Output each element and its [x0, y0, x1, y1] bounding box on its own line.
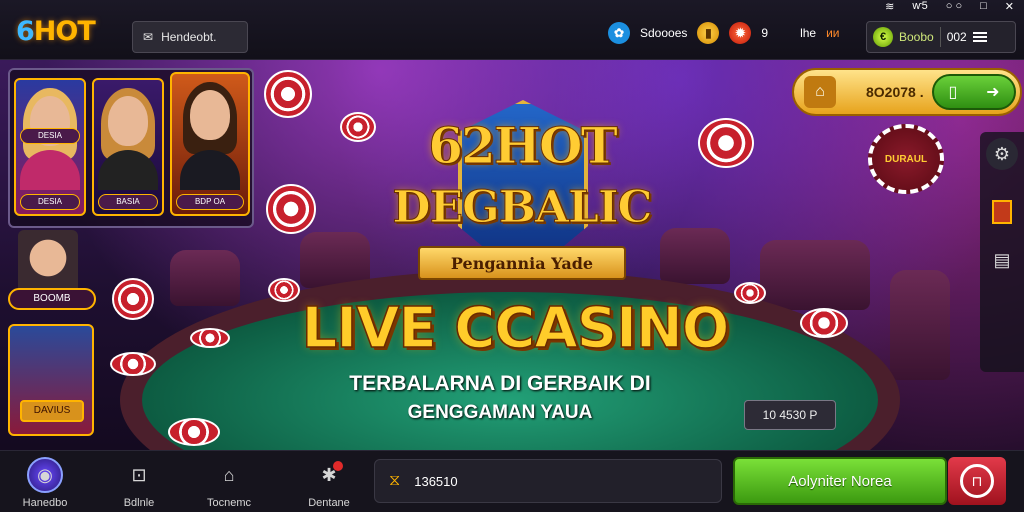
deposit-amount: 8O2078 . [866, 84, 924, 100]
nav-label: Bdlnle [123, 497, 155, 509]
card-icon: ▯ [948, 84, 958, 101]
vip-seal[interactable]: DURAUL [868, 124, 944, 194]
badge4-value: ᴎᴎ [826, 26, 840, 40]
poker-chip [112, 278, 154, 320]
chip-icon[interactable]: ✹ [729, 22, 752, 44]
nav-label: Tocnemc [206, 497, 252, 509]
trophy-icon[interactable]: ▮ [697, 22, 720, 44]
dealer-card[interactable]: BASIA [92, 78, 164, 216]
emblem-title-line1: 62HOT [428, 116, 619, 176]
promo-code-field[interactable]: ⧖ 136510 [374, 459, 722, 503]
poker-chip [266, 184, 316, 234]
emblem-ribbon: Pengannia Yade [418, 246, 626, 280]
header-badges: ✿ Sdoooes ▮ ✹ 9 lhe ᴎᴎ [608, 22, 839, 44]
support-button[interactable]: ⊓ [948, 457, 1006, 505]
wifi-icon: ≋ [885, 1, 895, 13]
game-emblem: 62HOT DEGBALIC Pengannia Yade [372, 78, 672, 308]
nav-center[interactable]: ✱ Dentane [294, 457, 364, 509]
badge-count: 9 [761, 26, 769, 40]
dealer-tag: BASIA [98, 194, 158, 210]
poker-chip [340, 112, 376, 142]
history-icon[interactable]: ▤ [986, 244, 1018, 276]
dealer-tag: BDP OA [176, 194, 244, 210]
wallet-value: 002 [946, 30, 967, 44]
headline-title: LIVE CCASINO [301, 295, 730, 362]
dealer-tag: DESIA [20, 194, 80, 210]
nav-games[interactable]: ⊡ Bdlnle [104, 457, 174, 510]
nav-home[interactable]: ◉ Hanedbo [10, 457, 80, 509]
right-rail: ⚙ ▤ [980, 132, 1024, 372]
home-icon: ◉ [27, 457, 63, 493]
deposit-button[interactable]: ▯ ➜ [932, 74, 1016, 110]
nav-label: Dentane [308, 497, 350, 509]
poker-chip [190, 328, 230, 348]
dealer-posters[interactable]: DESIA DESIA BASIA BDP OA [8, 68, 254, 228]
headline-subtitle-1: TERBALARNA DI GERBAIK DI [349, 372, 651, 395]
shield-icon: ⌂ [223, 464, 235, 485]
window-close-button[interactable]: ✕ [1005, 0, 1014, 14]
system-status-row: ≋ ⱳ5 ○ ○ □ ✕ [885, 0, 1014, 14]
dealer-card[interactable]: BDP OA [170, 72, 250, 216]
top-bar: 6HOT ✉ Hendeobt. ≋ ⱳ5 ○ ○ □ ✕ ✿ Sdoooes … [0, 0, 1024, 60]
bottom-nav: ◉ Hanedbo ⊡ Bdlnle ⌂ Tocnemc ✱ Dentane ⧖… [0, 450, 1024, 512]
home-button[interactable]: ✉ Hendeobt. [132, 21, 248, 53]
menu-icon[interactable] [972, 32, 987, 42]
dealer-outfit [180, 150, 240, 190]
battery-indicator: ○ ○ [945, 0, 963, 12]
lock-icon: ⊓ [960, 464, 994, 498]
coin-icon: € [873, 27, 893, 47]
chair [890, 270, 950, 380]
badge4-label: lhe [800, 26, 817, 40]
poker-chip [800, 308, 848, 338]
badge-label: Sdoooes [640, 26, 688, 40]
casino-app: 6HOT ✉ Hendeobt. ≋ ⱳ5 ○ ○ □ ✕ ✿ Sdoooes … [0, 0, 1024, 512]
bookmark-icon[interactable] [986, 196, 1018, 228]
cluster-icon[interactable]: ✿ [608, 22, 630, 44]
chair [760, 240, 870, 310]
poker-chip [110, 352, 156, 376]
settings-icon[interactable]: ⚙ [986, 138, 1018, 170]
dealer-card[interactable]: DESIA DESIA [14, 78, 86, 216]
nav-label: Hanedbo [22, 497, 68, 509]
chair [170, 250, 240, 306]
arrow-icon: ➜ [986, 84, 1000, 101]
featured-dealer-tag: DAVIUS [20, 400, 84, 422]
wallet-divider [939, 27, 941, 47]
wallet-balance[interactable]: € Boobo 002 [866, 21, 1016, 53]
dealer-face [108, 96, 148, 146]
notification-dot [333, 461, 343, 471]
headline-subtitle-2: GENGGAMAN YAUA [407, 402, 593, 423]
dealer-face [190, 90, 230, 140]
poker-chip [698, 118, 754, 168]
gift-icon: ✉ [143, 30, 154, 44]
poker-chip [264, 70, 312, 118]
wallet-label: Boobo [899, 30, 934, 44]
promo-code-value: 136510 [414, 473, 458, 489]
signal-indicator: ⱳ5 [912, 0, 928, 12]
house-icon: ⌂ [804, 76, 836, 108]
deposit-bar[interactable]: ⌂ 8O2078 . ▯ ➜ [792, 68, 1022, 116]
player-tag: BOOMB [8, 288, 96, 310]
window-restore-button[interactable]: □ [980, 0, 987, 14]
brand-logo[interactable]: 6HOT [16, 16, 96, 47]
nav-promo[interactable]: ⌂ Tocnemc [194, 457, 264, 510]
home-label: Hendeobt. [161, 30, 217, 44]
controller-icon: ⊡ [131, 464, 147, 485]
hero-stage: DESIA DESIA BASIA BDP OA BOOMB DAVIUS 62… [0, 60, 1024, 512]
primary-cta-button[interactable]: Aolyniter Norea [733, 457, 947, 505]
ticket-icon: ⧖ [389, 472, 401, 489]
dealer-tag: DESIA [20, 128, 80, 144]
pot-amount-badge[interactable]: 10 4530 P [744, 400, 836, 430]
emblem-title-line2: DEGBALIC [392, 182, 653, 234]
puzzle-icon: ✱ [311, 457, 347, 493]
poker-chip [168, 418, 220, 446]
